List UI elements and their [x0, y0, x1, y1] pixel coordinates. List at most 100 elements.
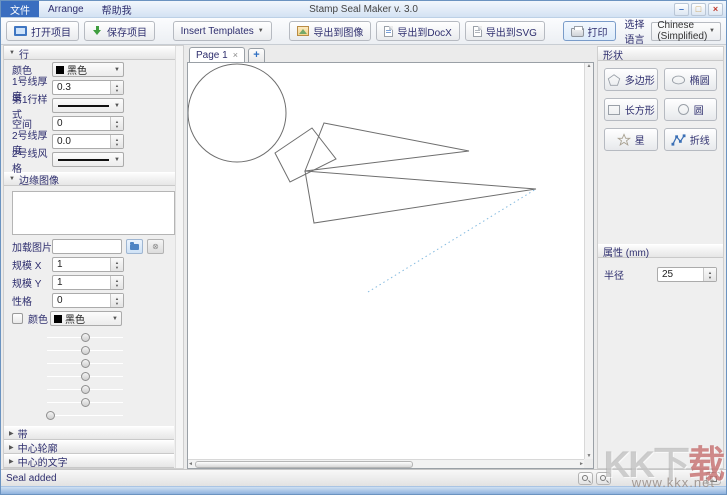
- adjust-slider[interactable]: [47, 383, 123, 396]
- export-image-button[interactable]: 导出到图像: [289, 21, 371, 41]
- slider-thumb[interactable]: [81, 346, 90, 355]
- section-header-line[interactable]: ▼ 行: [4, 46, 183, 60]
- section-header-band[interactable]: ▶ 带: [4, 426, 174, 440]
- print-button[interactable]: 打印: [563, 21, 616, 41]
- rectangle-tool-button[interactable]: 长方形: [604, 98, 658, 121]
- spinner-arrows-icon[interactable]: ▲▼: [110, 258, 123, 271]
- slider-thumb[interactable]: [81, 372, 90, 381]
- polygon-tool-button[interactable]: 多边形: [604, 68, 658, 91]
- scrollbar-thumb[interactable]: [195, 461, 413, 468]
- star-icon: [617, 133, 631, 147]
- expand-arrow-icon: ▶: [9, 444, 14, 451]
- open-project-button[interactable]: 打开项目: [6, 21, 79, 41]
- star-tool-button[interactable]: 星: [604, 128, 658, 151]
- close-icon[interactable]: ×: [708, 3, 723, 16]
- slider-thumb[interactable]: [81, 333, 90, 342]
- adjust-slider[interactable]: [47, 344, 123, 357]
- title-bar: Stamp Seal Maker v. 3.0 文件 Arrange 帮助我 –…: [1, 1, 726, 18]
- menu-file[interactable]: 文件: [1, 1, 39, 17]
- character-row: 性格 0 ▲▼: [4, 292, 183, 309]
- export-docx-button[interactable]: 导出到DocX: [376, 21, 459, 41]
- section-header-center-text[interactable]: ▶ 中心的文字: [4, 454, 174, 468]
- window-controls: – □ ×: [674, 3, 726, 16]
- scroll-left-icon[interactable]: ◄: [188, 461, 193, 467]
- save-project-button[interactable]: 保存项目: [84, 21, 155, 41]
- add-page-button[interactable]: +: [248, 48, 265, 62]
- spinner-arrows-icon[interactable]: ▲▼: [110, 294, 123, 307]
- menu-arrange[interactable]: Arrange: [39, 1, 93, 17]
- radius-row: 半径 25 ▲▼: [598, 258, 723, 282]
- spinner-arrows-icon[interactable]: ▲▼: [703, 268, 716, 281]
- load-image-input[interactable]: [52, 239, 122, 254]
- language-select[interactable]: Chinese (Simplified) ▼: [651, 22, 721, 41]
- ellipse-tool-button[interactable]: 椭圆: [664, 68, 718, 91]
- color-swatch: [56, 66, 64, 74]
- line2-thickness-spinner[interactable]: 0.0 ▲▼: [52, 134, 124, 149]
- export-svg-icon: [473, 26, 482, 37]
- scroll-up-icon[interactable]: ▲: [587, 63, 592, 69]
- save-project-icon: [92, 26, 103, 37]
- fit-view-button[interactable]: [706, 472, 721, 485]
- chevron-down-icon: ▼: [112, 316, 118, 322]
- radius-spinner[interactable]: 25 ▲▼: [657, 267, 717, 282]
- adjust-slider[interactable]: [47, 396, 123, 409]
- slider-thumb[interactable]: [81, 385, 90, 394]
- polyline-icon: [671, 133, 686, 147]
- line-style-preview: [58, 105, 109, 107]
- adjust-slider[interactable]: [47, 370, 123, 383]
- line1-style-dropdown[interactable]: ▼: [52, 98, 124, 113]
- canvas-shapes: [188, 63, 577, 459]
- insert-templates-button[interactable]: Insert Templates ▼: [173, 21, 272, 41]
- line1-thickness-spinner[interactable]: 0.3 ▲▼: [52, 80, 124, 95]
- slider-thumb[interactable]: [46, 411, 55, 420]
- scale-y-row: 规模 Y 1 ▲▼: [4, 274, 183, 291]
- zoom-in-button[interactable]: [596, 472, 611, 485]
- color-checkbox[interactable]: [12, 313, 23, 324]
- spinner-arrows-icon[interactable]: ▲▼: [110, 135, 123, 148]
- line2-style-dropdown[interactable]: ▼: [52, 152, 124, 167]
- right-panel: 形状 多边形 椭圆 长方形 圆 星: [597, 46, 724, 469]
- space-spinner[interactable]: 0 ▲▼: [52, 116, 124, 131]
- section-header-center-outline[interactable]: ▶ 中心轮廓: [4, 440, 174, 454]
- vertical-scrollbar[interactable]: ▲ ▼: [584, 63, 593, 459]
- window-bottom-edge: [1, 486, 726, 494]
- magnifier-icon: [600, 475, 606, 481]
- adjust-slider[interactable]: [47, 357, 123, 370]
- clear-icon: ⊗: [152, 242, 159, 251]
- horizontal-scrollbar[interactable]: ◄ ►: [188, 459, 584, 468]
- circle-tool-button[interactable]: 圆: [664, 98, 718, 121]
- adjust-slider[interactable]: [47, 331, 123, 344]
- spinner-arrows-icon[interactable]: ▲▼: [110, 276, 123, 289]
- clear-image-button[interactable]: ⊗: [147, 239, 164, 254]
- drawing-canvas[interactable]: ▲ ▼ ◄ ►: [187, 62, 594, 469]
- zoom-out-button[interactable]: [578, 472, 593, 485]
- browse-folder-button[interactable]: [126, 239, 143, 254]
- scrollbar-corner: [584, 459, 593, 468]
- left-panel-scrollbar[interactable]: [175, 46, 183, 468]
- tab-close-icon[interactable]: ×: [233, 50, 238, 60]
- polygon-icon: [607, 73, 621, 87]
- page-tab[interactable]: Page 1 ×: [189, 47, 245, 62]
- chevron-down-icon: ▼: [114, 157, 120, 163]
- spinner-arrows-icon[interactable]: ▲▼: [110, 81, 123, 94]
- spinner-arrows-icon[interactable]: ▲▼: [110, 117, 123, 130]
- edge-color-dropdown[interactable]: 黑色 ▼: [50, 311, 122, 326]
- scale-y-spinner[interactable]: 1 ▲▼: [52, 275, 124, 290]
- line-color-dropdown[interactable]: 黑色 ▼: [52, 62, 124, 77]
- scale-x-spinner[interactable]: 1 ▲▼: [52, 257, 124, 272]
- export-docx-icon: [384, 26, 393, 37]
- chevron-down-icon: ▼: [114, 67, 120, 73]
- slider-thumb[interactable]: [81, 398, 90, 407]
- adjust-slider[interactable]: [47, 409, 123, 422]
- polyline-tool-button[interactable]: 折线: [664, 128, 718, 151]
- maximize-icon[interactable]: □: [691, 3, 706, 16]
- export-svg-button[interactable]: 导出到SVG: [465, 21, 545, 41]
- chevron-down-icon: ▼: [258, 28, 264, 34]
- character-spinner[interactable]: 0 ▲▼: [52, 293, 124, 308]
- chevron-down-icon: ▼: [114, 103, 120, 109]
- line1-style-row: 第1行样式 ▼: [4, 97, 183, 114]
- section-header-edge-image[interactable]: ▼ 边缘图像: [4, 172, 183, 186]
- slider-thumb[interactable]: [81, 359, 90, 368]
- minimize-icon[interactable]: –: [674, 3, 689, 16]
- menu-help[interactable]: 帮助我: [93, 1, 141, 17]
